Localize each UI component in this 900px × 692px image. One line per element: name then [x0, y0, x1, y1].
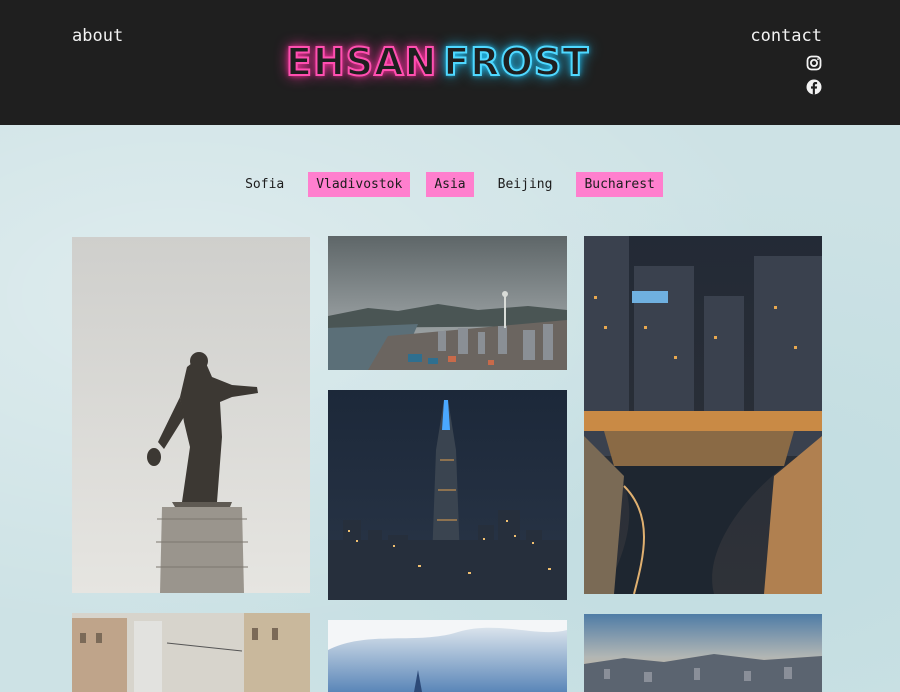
nav-contact-link[interactable]: contact	[750, 26, 822, 46]
instagram-icon[interactable]	[806, 55, 822, 71]
statue-photo[interactable]	[72, 237, 310, 593]
tag-filter-bar: Sofia Vladivostok Asia Beijing Bucharest	[0, 172, 900, 197]
old-street-photo[interactable]	[72, 613, 310, 692]
skyscraper-night-photo[interactable]	[328, 390, 567, 600]
logo-part-1: EHSAN	[285, 39, 438, 85]
tower-sky-photo[interactable]	[328, 620, 567, 692]
tag-sofia[interactable]: Sofia	[237, 172, 292, 197]
tag-asia[interactable]: Asia	[426, 172, 474, 197]
tag-vladivostok[interactable]: Vladivostok	[308, 172, 411, 197]
nav-about-link[interactable]: about	[72, 26, 123, 46]
site-header: about EHSAN FROST contact	[0, 0, 900, 125]
tag-bucharest[interactable]: Bucharest	[576, 172, 663, 197]
tag-beijing[interactable]: Beijing	[490, 172, 561, 197]
logo-part-2: FROST	[442, 39, 590, 85]
coastal-city-photo[interactable]	[328, 236, 567, 370]
city-dusk-photo[interactable]	[584, 614, 822, 692]
site-logo[interactable]: EHSAN FROST	[285, 39, 590, 85]
stream-night-photo[interactable]	[584, 236, 822, 594]
facebook-icon[interactable]	[806, 79, 822, 95]
